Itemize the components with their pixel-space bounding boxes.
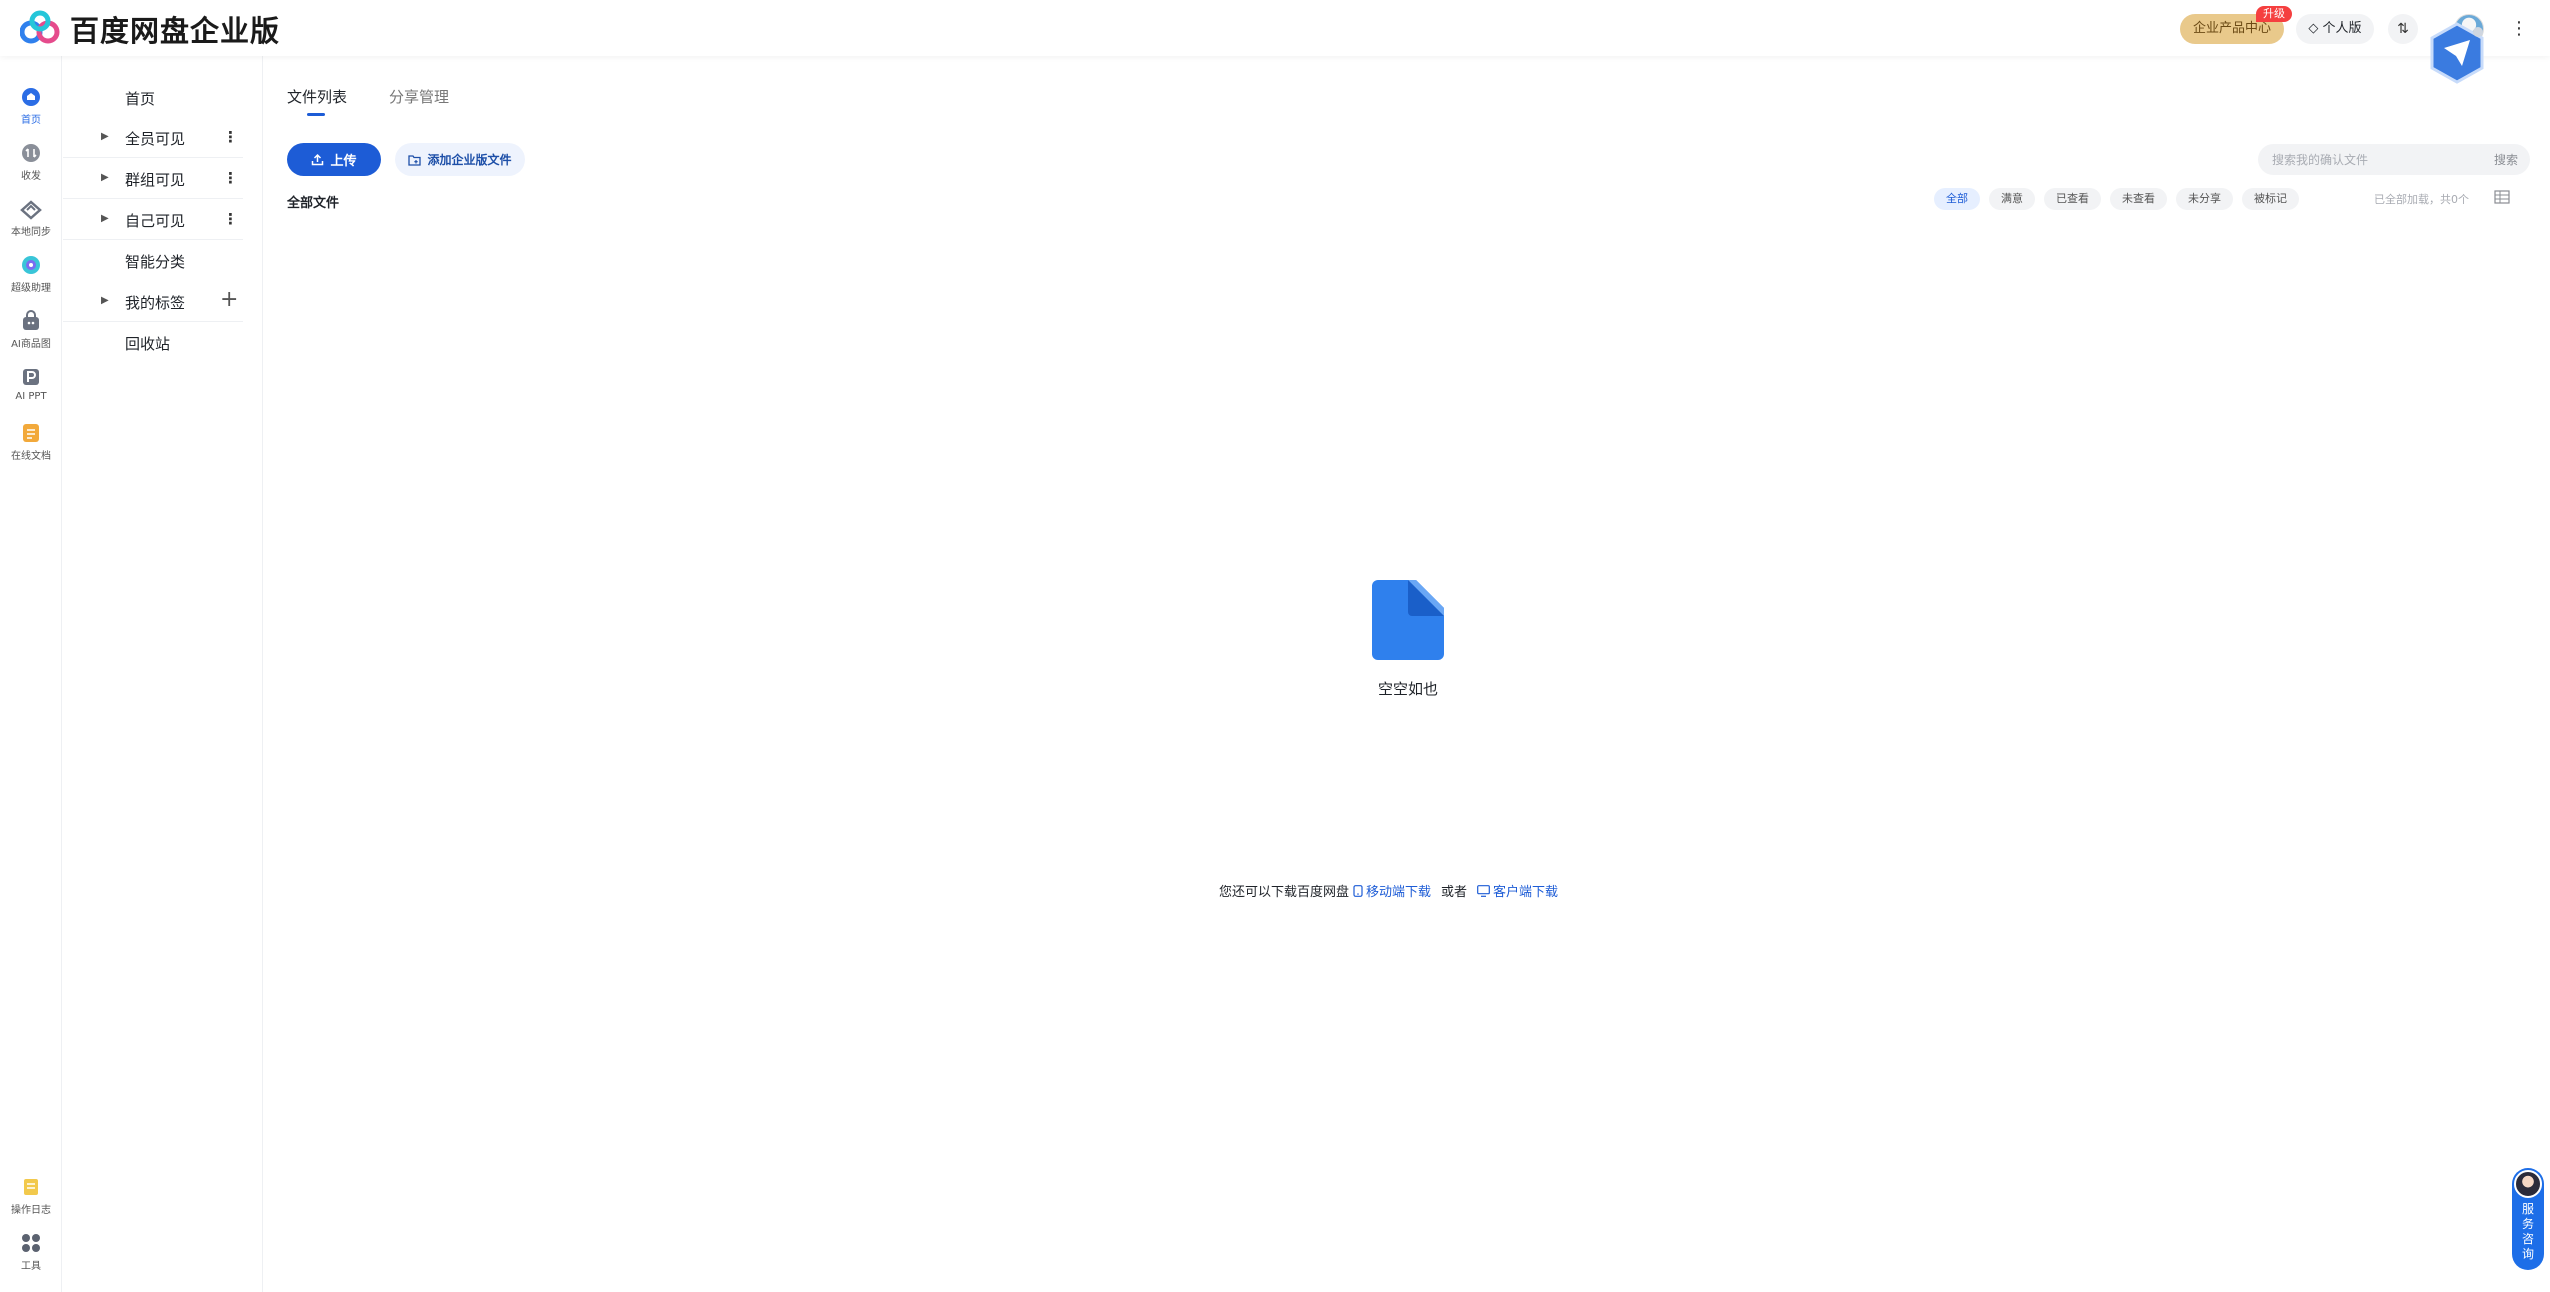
rail-transfer[interactable]: 收发	[0, 142, 62, 182]
caret-right-icon[interactable]: ▶	[101, 295, 109, 306]
tree-item-group-visible[interactable]: ▶ 群组可见 ⋮	[63, 159, 243, 199]
brand-title[interactable]: 百度网盘企业版	[70, 8, 280, 50]
tab-file-list[interactable]: 文件列表	[287, 86, 347, 107]
filter-chip-all[interactable]: 全部	[1934, 188, 1980, 210]
active-tab-indicator	[307, 113, 325, 116]
more-options-icon[interactable]: ⋮	[223, 169, 238, 187]
phone-icon	[1353, 884, 1363, 897]
upgrade-badge[interactable]: 升级	[2256, 6, 2292, 22]
tree-item-smart-category[interactable]: 智能分类	[63, 241, 243, 281]
more-options-icon[interactable]: ⋮	[223, 128, 238, 146]
tools-icon	[22, 1234, 40, 1252]
transfer-sort-button[interactable]: ⇅	[2388, 14, 2418, 44]
add-tag-icon[interactable]: +	[220, 287, 238, 312]
more-options-icon[interactable]: ⋮	[223, 210, 238, 228]
caret-right-icon[interactable]: ▶	[101, 172, 109, 183]
personal-edition-button[interactable]: ◇ 个人版	[2296, 14, 2374, 44]
add-enterprise-file-label: 添加企业版文件	[427, 153, 512, 167]
assistant-icon	[22, 256, 40, 274]
rail-label: 在线文档	[11, 451, 51, 462]
main-content: 文件列表 分享管理 上传 添加企业版文件 搜索 全部文件 全部 满意 已查看 未…	[264, 56, 2550, 1292]
folder-add-icon	[408, 154, 422, 166]
tab-share-management[interactable]: 分享管理	[389, 86, 449, 107]
filter-chip-marked[interactable]: 被标记	[2242, 188, 2299, 210]
mascot-bird-icon[interactable]	[2428, 22, 2486, 84]
tree-item-label: 回收站	[125, 335, 171, 353]
load-status: 已全部加载，共0个	[2374, 193, 2469, 206]
tree-item-recycle-bin[interactable]: 回收站	[63, 323, 243, 363]
rail-tools[interactable]: 工具	[0, 1232, 62, 1272]
service-agent-avatar	[2514, 1170, 2542, 1198]
filter-chip-unviewed[interactable]: 未查看	[2110, 188, 2167, 210]
download-hint-prefix: 您还可以下载百度网盘	[1219, 885, 1350, 900]
baidu-netdisk-logo-icon[interactable]	[20, 10, 62, 46]
left-icon-rail: 首页 收发 本地同步 超级助理 AI商品图 AI PPT 在线文档 操作日志 工…	[0, 56, 62, 1292]
tree-item-label: 全员可见	[125, 130, 186, 148]
more-menu-icon[interactable]: ⋮	[2510, 18, 2528, 39]
tree-item-self-visible[interactable]: ▶ 自己可见 ⋮	[63, 200, 243, 240]
monitor-icon	[1477, 884, 1490, 897]
rail-label: 工具	[21, 1261, 41, 1272]
rail-label: AI PPT	[15, 391, 47, 402]
view-toggle-icon[interactable]	[2494, 190, 2510, 204]
filter-chip-unshared[interactable]: 未分享	[2176, 188, 2233, 210]
sync-icon	[20, 200, 42, 220]
tree-item-label: 我的标签	[125, 294, 186, 312]
filter-chip-satisfied[interactable]: 满意	[1989, 188, 2035, 210]
ppt-icon	[23, 369, 39, 385]
bag-icon	[23, 310, 39, 330]
rail-ai-product-image[interactable]: AI商品图	[0, 310, 62, 350]
upload-button[interactable]: 上传	[287, 143, 381, 176]
rail-label: 操作日志	[11, 1205, 51, 1216]
or-text: 或者	[1441, 885, 1468, 900]
filter-chips: 全部 满意 已查看 未查看 未分享 被标记	[1934, 188, 2299, 210]
tree-item-label: 群组可见	[125, 171, 186, 189]
folder-tree-sidebar: 首页 ▶ 全员可见 ⋮ ▶ 群组可见 ⋮ ▶ 自己可见 ⋮ 智能分类 ▶ 我的标…	[63, 56, 263, 1292]
tree-item-label: 自己可见	[125, 212, 186, 230]
rail-home[interactable]: 首页	[0, 86, 62, 126]
add-enterprise-file-button[interactable]: 添加企业版文件	[395, 143, 525, 176]
all-files-breadcrumb: 全部文件	[287, 196, 340, 211]
doc-icon	[23, 424, 39, 442]
mobile-download-link[interactable]: 移动端下载	[1353, 881, 1431, 900]
search-input[interactable]	[2272, 150, 2472, 170]
mobile-download-label: 移动端下载	[1366, 885, 1432, 900]
service-consult-button[interactable]: 服务咨询	[2512, 1168, 2544, 1270]
caret-right-icon[interactable]: ▶	[101, 131, 109, 142]
empty-state-text: 空空如也	[1377, 680, 1438, 698]
home-icon	[22, 88, 40, 106]
tree-item-home[interactable]: 首页	[63, 78, 243, 118]
rail-label: 超级助理	[11, 283, 51, 294]
upload-icon	[312, 153, 324, 166]
filter-chip-viewed[interactable]: 已查看	[2044, 188, 2101, 210]
desktop-download-label: 客户端下载	[1493, 885, 1559, 900]
upload-label: 上传	[330, 154, 357, 169]
rail-label: 本地同步	[11, 227, 51, 238]
rail-label: AI商品图	[11, 339, 51, 350]
caret-right-icon[interactable]: ▶	[101, 213, 109, 224]
tree-item-all-visible[interactable]: ▶ 全员可见 ⋮	[63, 118, 243, 158]
rail-online-docs[interactable]: 在线文档	[0, 422, 62, 462]
tree-item-label: 智能分类	[125, 253, 186, 271]
transfer-icon	[22, 144, 40, 162]
search-box: 搜索	[2258, 144, 2530, 175]
rail-local-sync[interactable]: 本地同步	[0, 198, 62, 238]
tree-item-label: 首页	[125, 90, 156, 108]
tree-item-my-tags[interactable]: ▶ 我的标签 +	[63, 282, 243, 322]
log-icon	[24, 1179, 38, 1195]
top-header: 百度网盘企业版 企业产品中心 升级 ◇ 个人版 ⇅ ⋮	[0, 0, 2550, 84]
rail-operation-log[interactable]: 操作日志	[0, 1176, 62, 1216]
empty-file-icon	[1372, 580, 1444, 660]
desktop-download-link[interactable]: 客户端下载	[1477, 881, 1558, 900]
rail-super-assistant[interactable]: 超级助理	[0, 254, 62, 294]
search-button[interactable]: 搜索	[2494, 151, 2518, 168]
download-hint: 您还可以下载百度网盘 移动端下载 或者 客户端下载	[1219, 881, 1558, 900]
rail-ai-ppt[interactable]: AI PPT	[0, 366, 62, 402]
rail-label: 首页	[21, 115, 41, 126]
service-consult-label: 服务咨询	[2521, 1202, 2534, 1261]
rail-label: 收发	[21, 171, 41, 182]
